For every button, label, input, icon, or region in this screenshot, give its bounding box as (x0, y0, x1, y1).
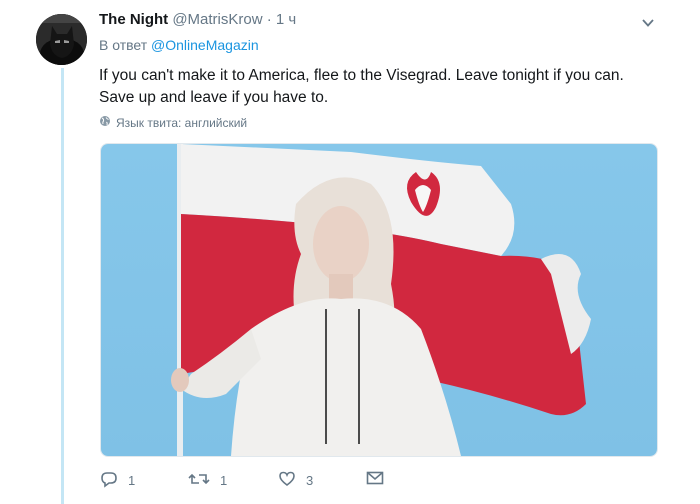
thread-line (61, 68, 64, 504)
mail-icon (366, 470, 384, 489)
avatar[interactable] (36, 14, 87, 65)
tweet-media-image[interactable] (100, 143, 658, 457)
reply-count: 1 (128, 473, 136, 488)
heart-icon (278, 470, 296, 491)
tweet-language[interactable]: Язык твита: английский (99, 115, 247, 130)
like-button[interactable]: 3 (278, 470, 313, 491)
avatar-image (36, 14, 87, 65)
display-name[interactable]: The Night (99, 11, 168, 28)
separator: · (266, 11, 272, 28)
direct-message-button[interactable] (366, 470, 384, 489)
reply-prefix: В ответ (99, 37, 148, 53)
reply-mention-link[interactable]: @OnlineMagazin (151, 37, 259, 53)
tweet-time[interactable]: 1 ч (276, 11, 296, 28)
tweet-text: If you can't make it to America, flee to… (99, 67, 624, 106)
language-label: Язык твита: английский (116, 115, 248, 130)
user-handle[interactable]: @MatrisKrow (172, 11, 262, 28)
chevron-down-icon[interactable] (641, 16, 655, 28)
tweet-header: The Night @MatrisKrow · 1 ч (99, 11, 296, 29)
like-count: 3 (306, 473, 314, 488)
globe-icon (99, 115, 111, 130)
reply-button[interactable]: 1 (100, 470, 135, 491)
tweet-actions: 1 1 3 (100, 470, 430, 494)
media-photo (101, 144, 657, 456)
retweet-button[interactable]: 1 (188, 470, 227, 491)
reply-icon (100, 470, 118, 491)
retweet-count: 1 (220, 473, 228, 488)
reply-context: В ответ @OnlineMagazin (99, 37, 259, 53)
retweet-icon (188, 470, 210, 491)
